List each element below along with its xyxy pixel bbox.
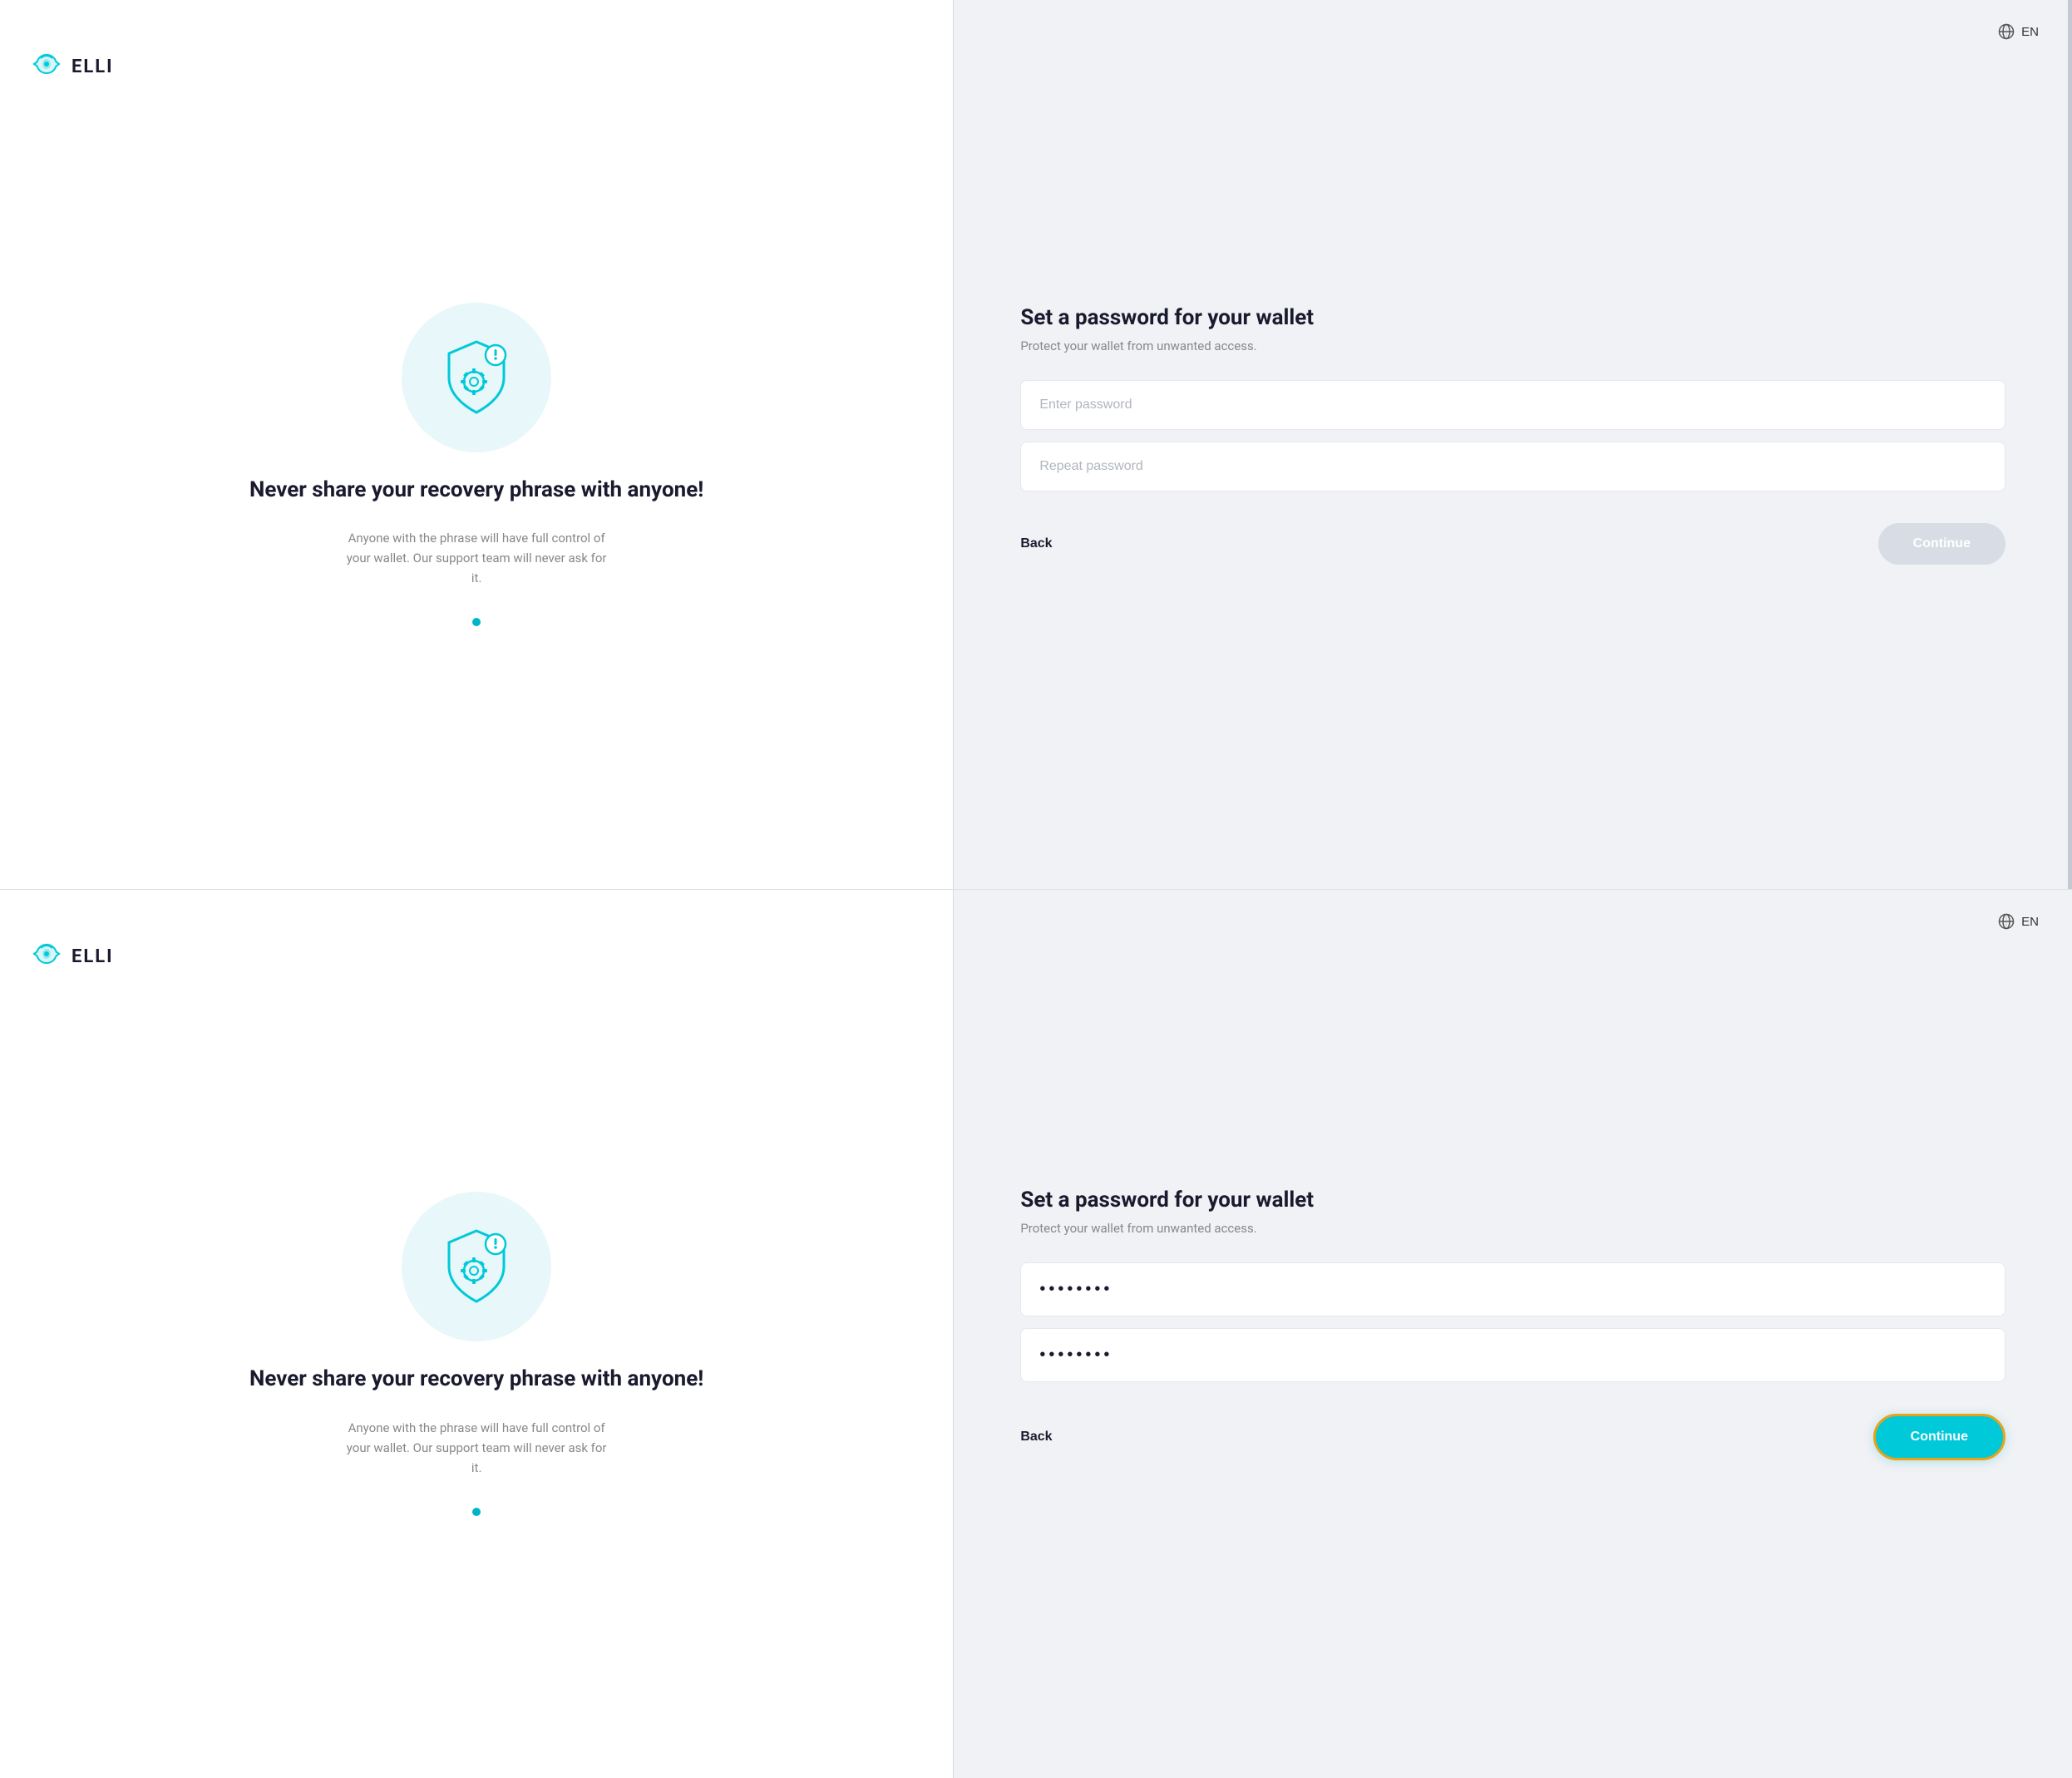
form-title-1: Set a password for your wallet: [1020, 305, 1314, 330]
logo-text-2: ELLI: [72, 946, 114, 967]
right-panel-2: EN Set a password for your wallet Protec…: [953, 890, 2072, 1778]
right-content-2: Set a password for your wallet Protect y…: [954, 953, 2072, 1778]
lang-button-1[interactable]: EN: [2021, 25, 2039, 39]
repeat-password-input-2[interactable]: [1020, 1328, 2005, 1382]
left-title-1: Never share your recovery phrase with an…: [249, 476, 703, 505]
screen-1: ELLI: [0, 0, 2072, 889]
elli-logo-icon-2: [30, 940, 63, 973]
shield-svg-2: [431, 1221, 522, 1312]
globe-icon-2: [1998, 913, 2015, 930]
lang-button-2[interactable]: EN: [2021, 915, 2039, 929]
continue-button-1[interactable]: Continue: [1878, 523, 2005, 565]
left-subtitle-2: Anyone with the phrase will have full co…: [343, 1418, 609, 1478]
left-panel-1: ELLI: [0, 0, 953, 889]
continue-button-2[interactable]: Continue: [1873, 1414, 2005, 1460]
dot-indicator-1: [472, 618, 481, 626]
back-button-2[interactable]: Back: [1020, 1430, 1052, 1445]
left-content-2: Never share your recovery phrase with an…: [0, 996, 953, 1778]
shield-illustration-1: [402, 303, 551, 452]
left-panel-2: ELLI: [0, 890, 953, 1778]
left-subtitle-1: Anyone with the phrase will have full co…: [343, 528, 609, 588]
form-subtitle-1: Protect your wallet from unwanted access…: [1020, 338, 1256, 353]
shield-illustration-2: [402, 1192, 551, 1341]
form-title-2: Set a password for your wallet: [1020, 1188, 1314, 1212]
logo-text-1: ELLI: [72, 57, 114, 77]
globe-icon-1: [1998, 23, 2015, 40]
left-content-1: Never share your recovery phrase with an…: [0, 106, 953, 889]
form-subtitle-2: Protect your wallet from unwanted access…: [1020, 1221, 1256, 1236]
back-button-1[interactable]: Back: [1020, 536, 1052, 551]
logo-1: ELLI: [0, 27, 144, 106]
right-panel-1: EN Set a password for your wallet Protec…: [953, 0, 2072, 889]
lang-label-2: EN: [2021, 915, 2039, 929]
form-actions-1: Back Continue: [1020, 523, 2005, 565]
shield-svg-1: [431, 332, 522, 423]
screen-divider-1: [2068, 0, 2072, 889]
left-title-2: Never share your recovery phrase with an…: [249, 1365, 703, 1394]
password-input-2[interactable]: [1020, 1262, 2005, 1316]
topbar-1: EN: [954, 0, 2072, 63]
screen-2: ELLI: [0, 889, 2072, 1778]
topbar-2: EN: [954, 890, 2072, 953]
form-actions-2: Back Continue: [1020, 1414, 2005, 1460]
elli-logo-icon: [30, 50, 63, 83]
logo-2: ELLI: [0, 916, 144, 996]
right-content-1: Set a password for your wallet Protect y…: [954, 63, 2072, 889]
dot-indicator-2: [472, 1508, 481, 1516]
lang-label-1: EN: [2021, 25, 2039, 39]
password-input-1[interactable]: [1020, 380, 2005, 430]
repeat-password-input-1[interactable]: [1020, 442, 2005, 491]
